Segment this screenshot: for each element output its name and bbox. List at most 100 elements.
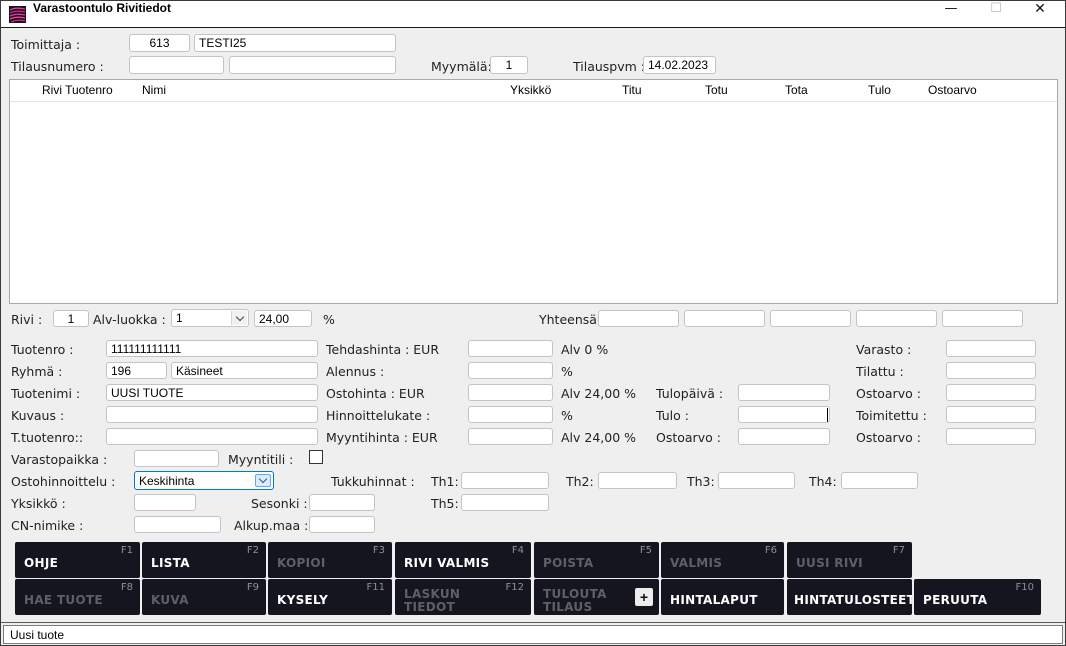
alkup-maa-field[interactable] — [309, 516, 375, 533]
button-kuva[interactable]: KUVAF9 — [142, 579, 266, 615]
toimittaja-code-field[interactable]: 613 — [129, 34, 190, 52]
varastopaikka-field[interactable] — [134, 450, 219, 467]
myyntitili-checkbox[interactable] — [309, 450, 323, 464]
yhteensa-field-3[interactable] — [770, 310, 851, 327]
yhteensa-field-1[interactable] — [598, 310, 679, 327]
ostohinta-field[interactable] — [468, 384, 553, 401]
toimitettu-label: Toimitettu : — [856, 408, 927, 423]
alennus-label: Alennus : — [326, 364, 384, 379]
kuvaus-field[interactable] — [106, 406, 318, 423]
close-button[interactable]: ✕ — [1020, 1, 1060, 28]
cn-nimike-field[interactable] — [134, 516, 221, 533]
th4-field[interactable] — [841, 472, 918, 489]
ryhma-name-field[interactable]: Käsineet — [171, 362, 318, 379]
th1-field[interactable] — [461, 472, 549, 489]
column-header-totu: Totu — [705, 83, 728, 97]
t-tuotenro-field[interactable] — [106, 428, 318, 445]
button-hintalaput[interactable]: HINTALAPUT — [661, 579, 784, 615]
header-divider — [10, 101, 1057, 102]
button-laskun-tiedot[interactable]: LASKUN TIEDOTF12 — [395, 579, 531, 615]
rivi-field[interactable]: 1 — [53, 310, 89, 327]
button-rivi-valmis[interactable]: RIVI VALMISF4 — [395, 542, 531, 578]
column-header-rivi-tuotenro: Rivi Tuotenro — [42, 83, 113, 97]
th3-field[interactable] — [718, 472, 795, 489]
toimitettu-field[interactable] — [946, 406, 1036, 423]
status-message: Uusi tuote — [3, 625, 1063, 644]
button-peruuta[interactable]: PERUUTAF10 — [914, 579, 1041, 615]
yhteensa-field-4[interactable] — [856, 310, 937, 327]
tukkuhinnat-label: Tukkuhinnat : — [331, 474, 415, 489]
tilauspvm-field[interactable]: 14.02.2023 — [643, 56, 716, 74]
yhteensa-label: Yhteensä: — [539, 312, 601, 327]
alv-luokka-dropdown[interactable]: 1 — [171, 309, 249, 327]
button-uusi-rivi[interactable]: UUSI RIVIF7 — [787, 542, 912, 578]
myyntitili-label: Myyntitili : — [228, 452, 293, 467]
status-bar: Uusi tuote — [1, 622, 1065, 646]
toimittaja-name-field[interactable]: TESTI25 — [194, 34, 396, 52]
chevron-down-icon[interactable] — [255, 474, 271, 487]
ostohinnoittelu-dropdown[interactable]: Keskihinta — [134, 471, 274, 490]
button-hintatulosteet[interactable]: HINTATULOSTEET — [787, 579, 912, 615]
ostoarvo-mid-field[interactable] — [738, 428, 830, 445]
tehdashinta-label: Tehdashinta : EUR — [326, 342, 439, 357]
button-kysely[interactable]: KYSELYF11 — [268, 579, 392, 615]
varastopaikka-label: Varastopaikka : — [11, 452, 107, 467]
button-valmis[interactable]: VALMISF6 — [661, 542, 784, 578]
plus-icon[interactable]: + — [635, 588, 653, 606]
kuvaus-label: Kuvaus : — [11, 408, 64, 423]
ostohinnoittelu-label: Ostohinnoittelu : — [11, 474, 115, 489]
yksikko-field[interactable] — [134, 494, 196, 511]
tuotenro-field[interactable]: 111111111111 — [106, 340, 318, 357]
tulopaiva-field[interactable] — [738, 384, 830, 401]
button-ohje[interactable]: OHJEF1 — [15, 542, 140, 578]
ryhma-code-field[interactable]: 196 — [106, 362, 167, 379]
yhteensa-field-5[interactable] — [942, 310, 1023, 327]
column-header-tulo: Tulo — [868, 83, 891, 97]
window-varastoontulo-rivitiedot: Varastoontulo Rivitiedot — ☐ ✕ Toimittaj… — [0, 0, 1066, 646]
alennus-field[interactable] — [468, 362, 553, 379]
tilausnumero-field-1[interactable] — [129, 56, 224, 74]
t-tuotenro-label: T.tuotenro:: — [11, 430, 83, 445]
ostoarvo-right1-label: Ostoarvo : — [856, 386, 921, 401]
tilattu-field[interactable] — [946, 362, 1036, 379]
alv-luokka-label: Alv-luokka : — [93, 312, 166, 327]
sesonki-field[interactable] — [309, 494, 375, 511]
maximize-button[interactable]: ☐ — [976, 1, 1016, 28]
myyntihinta-field[interactable] — [468, 428, 553, 445]
yhteensa-field-2[interactable] — [684, 310, 765, 327]
rivi-label: Rivi : — [11, 312, 42, 327]
hinnoittelukate-field[interactable] — [468, 406, 553, 423]
tilattu-label: Tilattu : — [856, 364, 904, 379]
button-tulouta-tilaus[interactable]: TULOUTA TILAUS + — [534, 579, 659, 615]
rows-table[interactable]: Rivi Tuotenro Nimi Yksikkö Titu Totu Tot… — [9, 79, 1058, 304]
ostoarvo-right2-field[interactable] — [946, 428, 1036, 445]
button-poista[interactable]: POISTAF5 — [534, 542, 659, 578]
button-kopioi[interactable]: KOPIOIF3 — [268, 542, 392, 578]
alkup-maa-label: Alkup.maa : — [234, 518, 308, 533]
button-hae-tuote[interactable]: HAE TUOTEF8 — [15, 579, 140, 615]
varasto-label: Varasto : — [856, 342, 911, 357]
sesonki-label: Sesonki : — [251, 496, 308, 511]
th5-field[interactable] — [461, 494, 549, 511]
title-bar: Varastoontulo Rivitiedot — ☐ ✕ — [1, 1, 1065, 28]
chevron-down-icon[interactable] — [231, 311, 247, 325]
tehdashinta-alv-suffix: Alv 0 % — [561, 342, 608, 357]
alv-percent-field[interactable]: 24,00 — [254, 310, 312, 327]
button-lista[interactable]: LISTAF2 — [142, 542, 266, 578]
tehdashinta-field[interactable] — [468, 340, 553, 357]
myymala-field[interactable]: 1 — [490, 56, 528, 74]
tulo-field[interactable] — [738, 406, 830, 423]
yksikko-label: Yksikkö : — [11, 496, 66, 511]
th2-label: Th2: — [566, 474, 594, 489]
th2-field[interactable] — [598, 472, 677, 489]
tilausnumero-label: Tilausnumero : — [11, 59, 104, 74]
alv-percent-suffix: % — [323, 312, 335, 327]
minimize-button[interactable]: — — [931, 1, 971, 28]
varasto-field[interactable] — [946, 340, 1036, 357]
ostoarvo-right1-field[interactable] — [946, 384, 1036, 401]
column-header-ostoarvo: Ostoarvo — [928, 83, 977, 97]
tilausnumero-field-2[interactable] — [229, 56, 396, 74]
toimittaja-label: Toimittaja : — [11, 37, 80, 52]
tuotenimi-field[interactable]: UUSI TUOTE — [106, 384, 318, 401]
ryhma-label: Ryhmä : — [11, 364, 62, 379]
